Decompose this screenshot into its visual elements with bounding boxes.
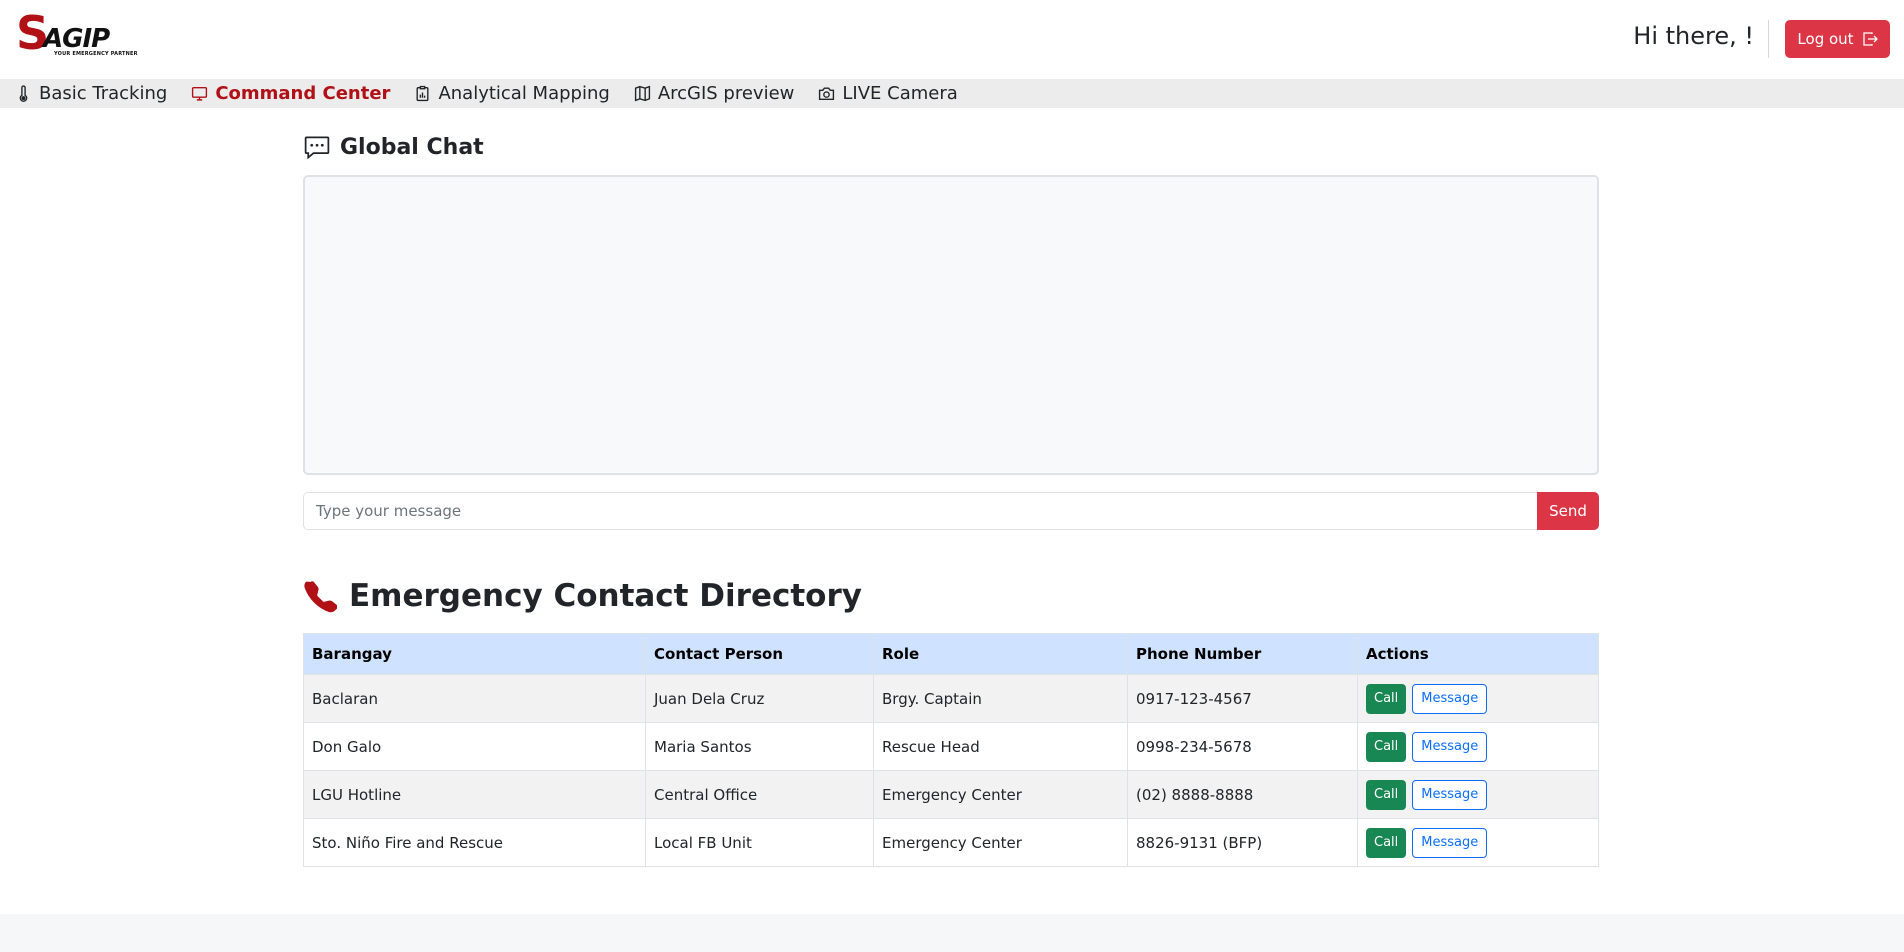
cell-actions: Call Message bbox=[1357, 770, 1599, 819]
table-row: Don Galo Maria Santos Rescue Head 0998-2… bbox=[303, 722, 1599, 771]
message-button[interactable]: Message bbox=[1412, 827, 1488, 858]
nav-item-label: Command Center bbox=[215, 83, 391, 104]
logout-button[interactable]: Log out bbox=[1785, 20, 1890, 58]
nav-item-label: Analytical Mapping bbox=[438, 83, 610, 104]
table-row: LGU Hotline Central Office Emergency Cen… bbox=[303, 770, 1599, 819]
cell-phone-number: 0917-123-4567 bbox=[1127, 674, 1358, 723]
nav-item-arcgis-preview[interactable]: ArcGIS preview bbox=[634, 83, 795, 104]
logout-label: Log out bbox=[1797, 30, 1854, 48]
cell-role: Rescue Head bbox=[873, 722, 1128, 771]
greeting-text: Hi there, ! bbox=[1633, 22, 1754, 50]
cell-phone-number: 0998-234-5678 bbox=[1127, 722, 1358, 771]
column-header-barangay: Barangay bbox=[303, 633, 646, 675]
cell-actions: Call Message bbox=[1357, 818, 1599, 867]
call-button[interactable]: Call bbox=[1366, 683, 1407, 714]
camera-icon bbox=[819, 87, 835, 101]
table-row: Sto. Niño Fire and Rescue Local FB Unit … bbox=[303, 818, 1599, 867]
cell-phone-number: 8826-9131 (BFP) bbox=[1127, 818, 1358, 867]
nav-item-label: Basic Tracking bbox=[39, 83, 168, 104]
logo-text: AGIP bbox=[43, 24, 110, 54]
column-header-contact-person: Contact Person bbox=[645, 633, 874, 675]
column-header-actions: Actions bbox=[1357, 633, 1599, 675]
nav-item-analytical-mapping[interactable]: Analytical Mapping bbox=[414, 83, 610, 104]
cell-role: Brgy. Captain bbox=[873, 674, 1128, 723]
main-nav: Basic Tracking Command Center Analytical… bbox=[0, 79, 1904, 108]
cell-barangay: Baclaran bbox=[303, 674, 646, 723]
telephone-icon bbox=[304, 581, 337, 613]
chat-title: Global Chat bbox=[340, 134, 484, 160]
clipboard-chart-icon bbox=[416, 85, 429, 102]
cell-barangay: Don Galo bbox=[303, 722, 646, 771]
header-divider bbox=[1768, 20, 1769, 58]
cell-role: Emergency Center bbox=[873, 818, 1128, 867]
cell-contact-person: Maria Santos bbox=[645, 722, 874, 771]
chat-input-group: Send bbox=[303, 492, 1599, 530]
map-icon bbox=[634, 85, 650, 102]
monitor-icon bbox=[192, 86, 208, 101]
message-button[interactable]: Message bbox=[1412, 683, 1488, 714]
header: S AGIP YOUR EMERGENCY PARTNER Hi there, … bbox=[0, 0, 1904, 79]
nav-item-live-camera[interactable]: LIVE Camera bbox=[818, 83, 958, 104]
table-header-row: Barangay Contact Person Role Phone Numbe… bbox=[303, 633, 1599, 675]
directory-section-title: Emergency Contact Directory bbox=[303, 578, 1599, 614]
chat-dots-icon bbox=[304, 136, 330, 160]
chat-message-input[interactable] bbox=[303, 492, 1537, 530]
nav-item-label: LIVE Camera bbox=[842, 83, 958, 104]
cell-contact-person: Juan Dela Cruz bbox=[645, 674, 874, 723]
table-row: Baclaran Juan Dela Cruz Brgy. Captain 09… bbox=[303, 674, 1599, 723]
nav-item-label: ArcGIS preview bbox=[657, 83, 795, 104]
thermometer-icon bbox=[19, 85, 28, 102]
message-button[interactable]: Message bbox=[1412, 779, 1488, 810]
message-button[interactable]: Message bbox=[1412, 731, 1488, 762]
cell-contact-person: Central Office bbox=[645, 770, 874, 819]
send-button[interactable]: Send bbox=[1537, 492, 1599, 530]
directory-title: Emergency Contact Directory bbox=[349, 578, 862, 614]
cell-barangay: Sto. Niño Fire and Rescue bbox=[303, 818, 646, 867]
nav-item-command-center[interactable]: Command Center bbox=[191, 83, 390, 104]
column-header-phone-number: Phone Number bbox=[1127, 633, 1358, 675]
logout-icon bbox=[1862, 32, 1878, 46]
chat-messages-area[interactable] bbox=[303, 175, 1599, 475]
logo-tagline: YOUR EMERGENCY PARTNER bbox=[54, 51, 138, 57]
sagip-logo[interactable]: S AGIP YOUR EMERGENCY PARTNER bbox=[16, 10, 138, 58]
call-button[interactable]: Call bbox=[1366, 731, 1407, 762]
nav-item-basic-tracking[interactable]: Basic Tracking bbox=[15, 83, 167, 104]
contact-directory-table: Barangay Contact Person Role Phone Numbe… bbox=[303, 633, 1599, 867]
call-button[interactable]: Call bbox=[1366, 827, 1407, 858]
cell-phone-number: (02) 8888-8888 bbox=[1127, 770, 1358, 819]
column-header-role: Role bbox=[873, 633, 1128, 675]
cell-contact-person: Local FB Unit bbox=[645, 818, 874, 867]
call-button[interactable]: Call bbox=[1366, 779, 1407, 810]
cell-actions: Call Message bbox=[1357, 674, 1599, 723]
page: S AGIP YOUR EMERGENCY PARTNER Hi there, … bbox=[0, 0, 1904, 914]
chat-section-title: Global Chat bbox=[303, 133, 1599, 161]
cell-barangay: LGU Hotline bbox=[303, 770, 646, 819]
main-content: Global Chat Send Emergency Contact Direc… bbox=[303, 108, 1599, 867]
cell-actions: Call Message bbox=[1357, 722, 1599, 771]
cell-role: Emergency Center bbox=[873, 770, 1128, 819]
